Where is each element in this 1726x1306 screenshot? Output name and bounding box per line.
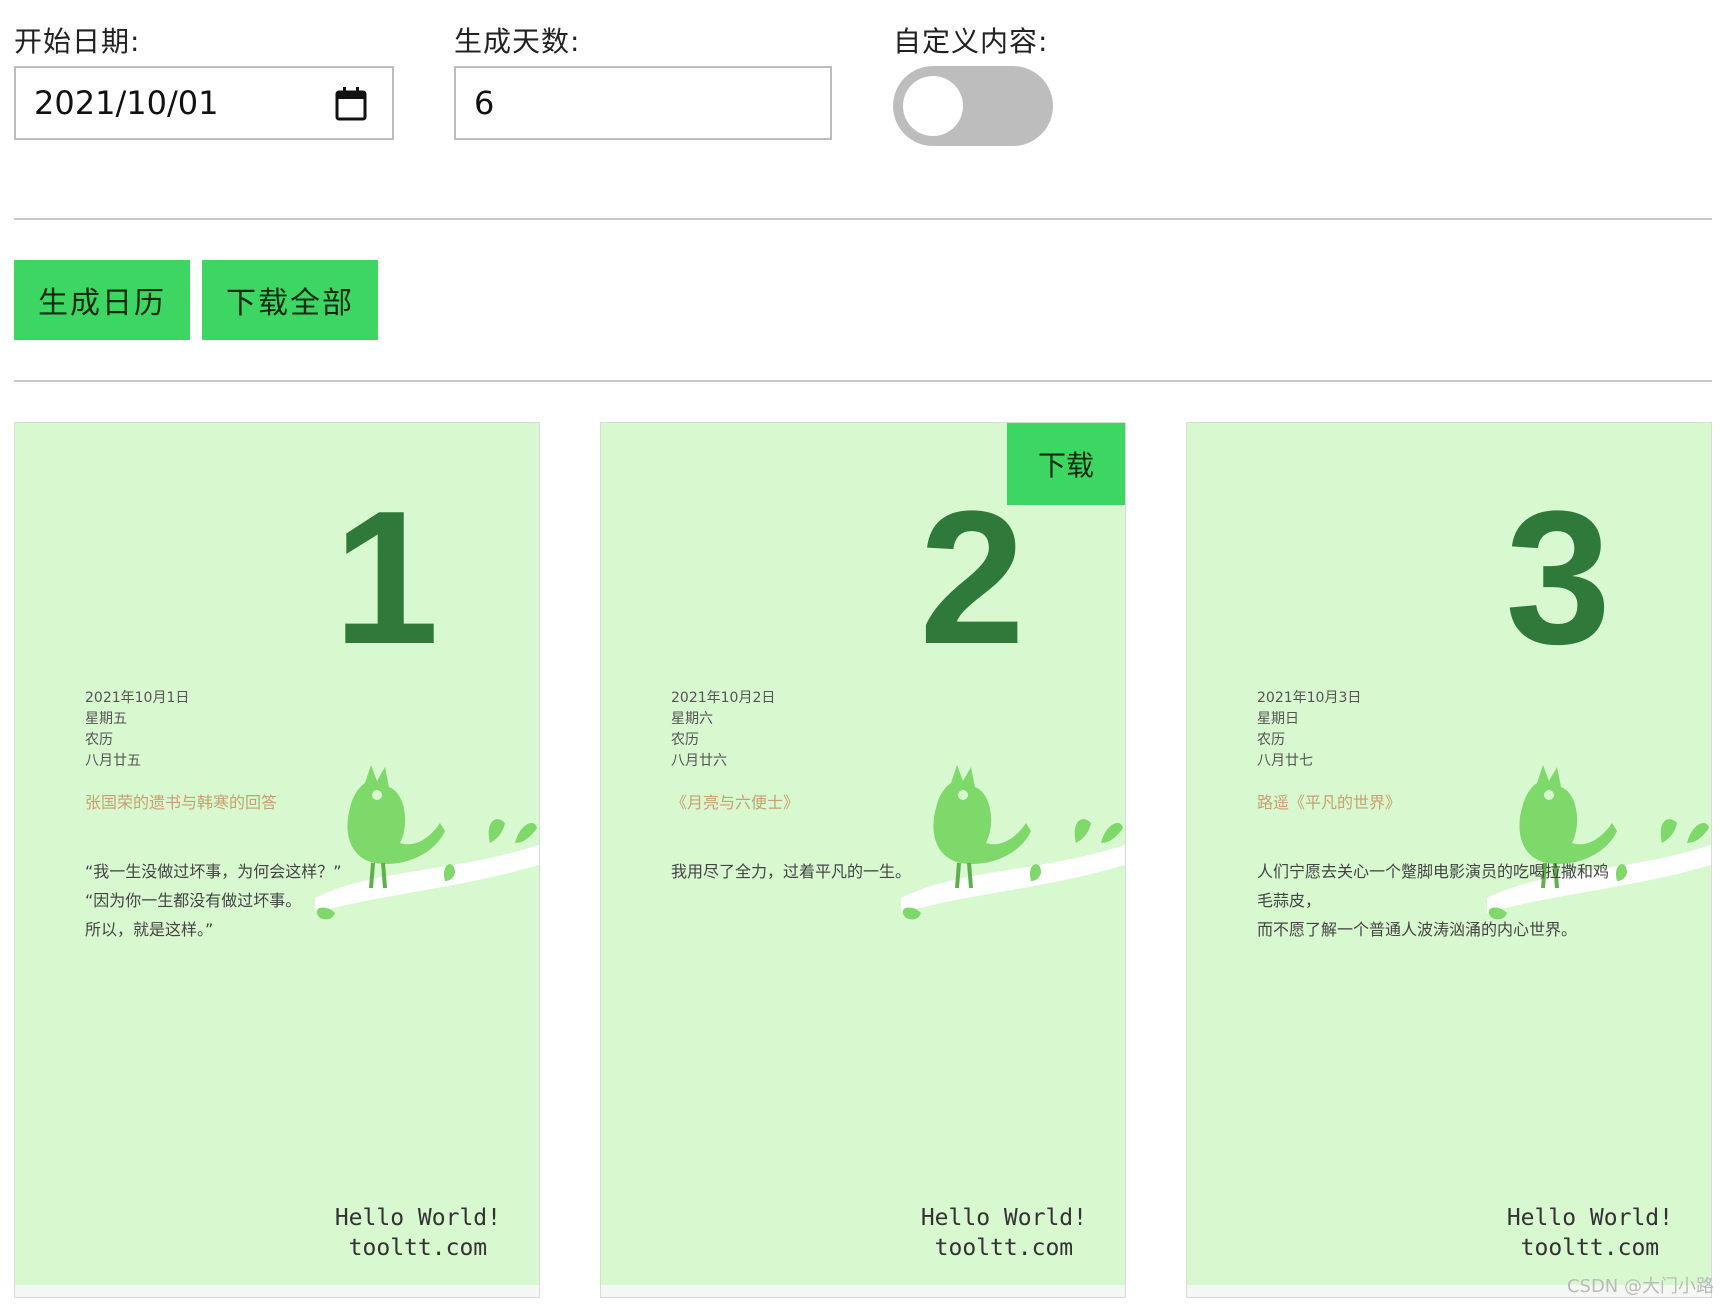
quote-line: 所以，就是这样。” [85,920,214,939]
weekday-text: 星期五 [85,711,127,727]
quote-source: 《月亮与六便士》 [671,793,800,812]
quote-line: 我用尽了全力，过着平凡的一生。 [671,862,912,881]
start-date-label: 开始日期: [14,25,141,58]
day-number: 2 [919,472,1025,684]
footer-text: Hello World! tooltt.com [1507,1203,1673,1263]
footer-text: Hello World! tooltt.com [335,1203,501,1263]
calendar-card: 3 2021年10月3日 星期日 农历 八月廿七 路遥《平凡的世界》 人们宁愿去… [1186,422,1712,1298]
weekday-text: 星期六 [671,711,713,727]
quote-text: “我一生没做过坏事，为何会这样？” “因为你一生都没有做过坏事。 所以，就是这样… [85,857,539,944]
weekday-text: 星期日 [1257,711,1299,727]
custom-content-label: 自定义内容: [893,25,1049,58]
date-text: 2021年10月1日 [85,690,190,706]
quote-text: 人们宁愿去关心一个蹩脚电影演员的吃喝拉撒和鸡 毛蒜皮， 而不愿了解一个普通人波涛… [1257,857,1711,944]
day-number: 1 [333,472,439,684]
hello-text: Hello World! [1506,1205,1673,1231]
days-input[interactable]: 6 [454,66,832,140]
hello-text: Hello World! [334,1205,501,1231]
site-text: tooltt.com [348,1235,488,1261]
custom-content-toggle[interactable] [893,66,1053,146]
start-date-input[interactable]: 2021/10/01 [14,66,394,140]
date-text: 2021年10月3日 [1257,690,1362,706]
lunar-label: 农历 [85,732,113,748]
start-date-value: 2021/10/01 [34,84,219,122]
quote-line: “我一生没做过坏事，为何会这样？” [85,862,342,881]
footer-text: Hello World! tooltt.com [921,1203,1087,1263]
lunar-date: 八月廿六 [671,753,727,769]
date-text: 2021年10月2日 [671,690,776,706]
hello-text: Hello World! [920,1205,1087,1231]
lunar-date: 八月廿五 [85,753,141,769]
generate-calendar-button[interactable]: 生成日历 [14,260,190,340]
lunar-label: 农历 [1257,732,1285,748]
download-all-button[interactable]: 下载全部 [202,260,378,340]
site-text: tooltt.com [934,1235,1074,1261]
days-label: 生成天数: [454,25,581,58]
divider-bottom [14,380,1712,382]
day-number: 3 [1505,472,1611,684]
lunar-label: 农历 [671,732,699,748]
quote-source: 张国荣的遗书与韩寒的回答 [85,793,278,812]
calendar-card: 1 2021年10月1日 星期五 农历 八月廿五 张国荣的遗书与韩寒的回答 “我… [14,422,540,1298]
site-text: tooltt.com [1520,1235,1660,1261]
date-info: 2021年10月3日 星期日 农历 八月廿七 [1257,688,1361,772]
lunar-date: 八月廿七 [1257,753,1313,769]
toggle-knob [903,76,963,136]
calendar-card: 下载 2 2021年10月2日 星期六 农历 八月廿六 《月亮与六便士》 我用尽… [600,422,1126,1298]
quote-line: 而不愿了解一个普通人波涛汹涌的内心世界。 [1257,920,1578,939]
quote-source: 路遥《平凡的世界》 [1257,793,1402,812]
quote-line: 毛蒜皮， [1257,891,1322,910]
card-bottom-strip [15,1285,539,1297]
days-value: 6 [474,84,495,122]
card-bottom-strip [601,1285,1125,1297]
calendar-icon[interactable] [334,86,368,122]
divider-top [14,218,1712,220]
watermark: CSDN @大门小路 [1566,1276,1714,1297]
quote-line: “因为你一生都没有做过坏事。 [85,891,302,910]
quote-line: 人们宁愿去关心一个蹩脚电影演员的吃喝拉撒和鸡 [1257,862,1610,881]
date-info: 2021年10月2日 星期六 农历 八月廿六 [671,688,775,772]
date-info: 2021年10月1日 星期五 农历 八月廿五 [85,688,189,772]
quote-text: 我用尽了全力，过着平凡的一生。 [671,857,1125,886]
